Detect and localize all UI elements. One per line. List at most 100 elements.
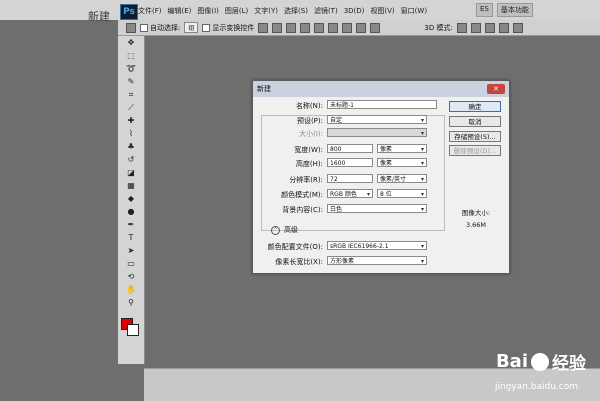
workspace-essentials-tag[interactable]: 基本功能: [496, 3, 533, 17]
width-label: 宽度(W):: [294, 146, 323, 154]
advanced-toggle[interactable]: ⌃ 高级: [271, 225, 298, 235]
align-middle-icon[interactable]: [272, 22, 283, 33]
type-tool-icon[interactable]: T: [126, 233, 136, 243]
ok-button[interactable]: 确定: [449, 101, 501, 112]
resolution-field[interactable]: 72: [327, 174, 373, 183]
preset-dropdown[interactable]: 自定: [327, 115, 427, 125]
3d-mode-label: 3D 模式:: [424, 23, 453, 32]
color-mode-dropdown[interactable]: RGB 颜色: [327, 189, 373, 199]
resolution-unit-dropdown[interactable]: 像素/英寸: [377, 174, 427, 184]
baidu-brand-text: Bai: [495, 351, 528, 372]
3d-roll-icon[interactable]: [470, 22, 481, 33]
healing-brush-tool-icon[interactable]: ✚: [126, 116, 136, 126]
menu-bar: 文件(F) 编辑(E) 图像(I) 图层(L) 文字(Y) 选择(S) 滤镜(T…: [138, 4, 427, 18]
clone-stamp-tool-icon[interactable]: ♣: [126, 142, 136, 152]
path-select-tool-icon[interactable]: ➤: [126, 246, 136, 256]
menu-view[interactable]: 视图(V): [370, 6, 394, 16]
resolution-label: 分辨率(R):: [289, 176, 323, 184]
photoshop-logo: Ps: [120, 4, 138, 20]
dodge-tool-icon[interactable]: ●: [126, 207, 136, 217]
hand-tool-icon[interactable]: ✋: [126, 285, 136, 295]
3d-scale-icon[interactable]: [512, 22, 523, 33]
3d-slide-icon[interactable]: [498, 22, 509, 33]
bit-depth-dropdown[interactable]: 8 位: [377, 189, 427, 199]
workspace-switcher: ES 基本功能: [476, 3, 533, 17]
checkbox-box[interactable]: [140, 23, 148, 32]
auto-select-checkbox[interactable]: 自动选择:: [140, 23, 180, 33]
image-size-label: 图像大小:: [461, 209, 491, 217]
align-top-icon[interactable]: [258, 22, 269, 33]
pen-tool-icon[interactable]: ✒: [126, 220, 136, 230]
menu-filter[interactable]: 滤镜(T): [314, 6, 338, 16]
name-field[interactable]: 未标题-1: [327, 100, 437, 109]
eyedropper-tool-icon[interactable]: ⟋: [126, 103, 136, 113]
distribute-icon[interactable]: [342, 22, 353, 33]
close-icon[interactable]: ✕: [487, 84, 505, 94]
3d-tool-icon[interactable]: ⟲: [126, 272, 136, 282]
menu-layer[interactable]: 图层(L): [225, 6, 248, 16]
save-preset-button[interactable]: 存储预设(S)...: [449, 131, 501, 142]
crop-tool-icon[interactable]: ⌗: [126, 90, 136, 100]
distribute-icon[interactable]: [356, 22, 367, 33]
background-color-swatch[interactable]: [127, 324, 139, 336]
workspace-es-tag[interactable]: ES: [476, 3, 493, 17]
align-bottom-icon[interactable]: [286, 22, 297, 33]
color-profile-label: 颜色配置文件(O):: [267, 243, 323, 251]
zoom-tool-icon[interactable]: ⚲: [126, 298, 136, 308]
blur-tool-icon[interactable]: ◆: [126, 194, 136, 204]
3d-pan-icon[interactable]: [484, 22, 495, 33]
color-mode-label: 颜色模式(M):: [281, 191, 323, 199]
baidu-watermark: Bai 经验: [496, 349, 586, 374]
size-dropdown: [327, 128, 427, 138]
size-label: 大小(I):: [299, 130, 323, 138]
delete-preset-button: 删除预设(D)...: [449, 145, 501, 156]
width-unit-dropdown[interactable]: 像素: [377, 144, 427, 154]
color-profile-dropdown[interactable]: sRGB IEC61966-2.1: [327, 241, 427, 251]
gradient-tool-icon[interactable]: ▦: [126, 181, 136, 191]
3d-rotate-icon[interactable]: [456, 22, 467, 33]
dialog-title: 新建: [257, 85, 271, 93]
align-right-icon[interactable]: [328, 22, 339, 33]
collapse-icon[interactable]: ⌃: [271, 225, 280, 235]
pixel-aspect-label: 像素长宽比(X):: [275, 258, 323, 266]
distribute-icon[interactable]: [370, 22, 381, 33]
menu-select[interactable]: 选择(S): [284, 6, 308, 16]
width-field[interactable]: 800: [327, 144, 373, 153]
menu-edit[interactable]: 编辑(E): [168, 6, 192, 16]
height-label: 高度(H):: [295, 160, 323, 168]
shape-tool-icon[interactable]: ▭: [126, 259, 136, 269]
menu-image[interactable]: 图像(I): [197, 6, 219, 16]
move-tool-icon[interactable]: [126, 22, 136, 33]
show-transform-checkbox[interactable]: 显示变换控件: [202, 23, 254, 33]
height-unit-dropdown[interactable]: 像素: [377, 158, 427, 168]
align-center-icon[interactable]: [314, 22, 325, 33]
quick-select-tool-icon[interactable]: ✎: [126, 77, 136, 87]
history-brush-tool-icon[interactable]: ↺: [126, 155, 136, 165]
background-contents-label: 背景内容(C):: [282, 206, 323, 214]
advanced-label: 高级: [284, 226, 298, 234]
show-transform-label: 显示变换控件: [212, 23, 255, 32]
preset-label: 预设(P):: [296, 117, 323, 125]
image-size-info: 图像大小: 3.66M: [453, 207, 499, 229]
auto-select-dropdown[interactable]: 组: [184, 22, 199, 33]
auto-select-label: 自动选择:: [150, 23, 181, 32]
menu-type[interactable]: 文字(Y): [254, 6, 278, 16]
menu-file[interactable]: 文件(F): [138, 6, 162, 16]
height-field[interactable]: 1600: [327, 158, 373, 167]
brush-tool-icon[interactable]: ⌇: [126, 129, 136, 139]
cancel-button[interactable]: 取消: [449, 116, 501, 127]
checkbox-box[interactable]: [202, 23, 211, 32]
pixel-aspect-dropdown[interactable]: 方形像素: [327, 256, 427, 266]
watermark-url: jingyan.baidu.com: [494, 382, 578, 392]
marquee-tool-icon[interactable]: ⬚: [126, 51, 136, 61]
menu-3d[interactable]: 3D(D): [344, 7, 365, 15]
align-left-icon[interactable]: [300, 22, 311, 33]
image-size-value: 3.66M: [465, 221, 487, 229]
tools-panel: ✥ ⬚ ➰ ✎ ⌗ ⟋ ✚ ⌇ ♣ ↺ ◪ ▦ ◆ ● ✒ T ➤ ▭ ⟲ ✋ …: [118, 36, 145, 364]
lasso-tool-icon[interactable]: ➰: [126, 64, 136, 74]
name-label: 名称(N):: [295, 102, 323, 110]
eraser-tool-icon[interactable]: ◪: [126, 168, 136, 178]
move-tool-icon[interactable]: ✥: [126, 38, 136, 48]
background-contents-dropdown[interactable]: 白色: [327, 204, 427, 214]
menu-window[interactable]: 窗口(W): [401, 6, 427, 16]
